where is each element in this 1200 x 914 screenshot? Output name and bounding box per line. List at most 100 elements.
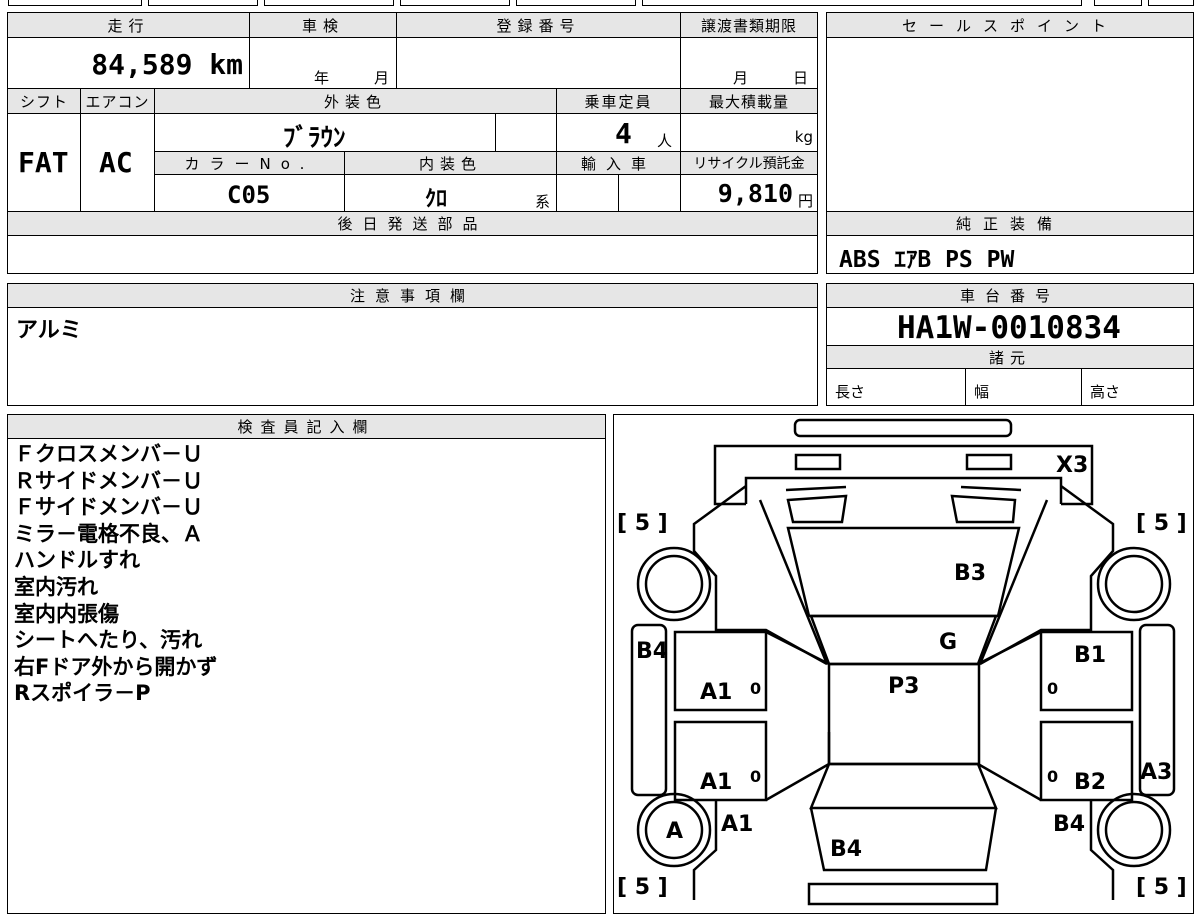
inspector-line: ハンドルすれ [14, 548, 140, 573]
interior-color-suffix: 系 [535, 193, 551, 211]
top-cutoff-cell-4 [400, 0, 510, 6]
later-parts-box: 後日発送部品 [7, 211, 818, 274]
shift-cell: FAT [7, 113, 81, 213]
specs-length-label: 長さ [835, 383, 866, 401]
mark-x3: X3 [1056, 453, 1088, 478]
inspector-line: 室内内張傷 [14, 601, 119, 626]
inspector-line: Ｆクロスメンバ－Ｕ [14, 442, 203, 466]
mark-a3: A3 [1140, 760, 1172, 785]
basic-info-grid: 走行 車検 登録番号 譲渡書類期限 84,589 km 年 月 月 日 シフト … [7, 12, 818, 213]
deadline-day-label: 日 [793, 69, 809, 87]
mark-b4-right: B4 [1053, 812, 1085, 837]
mark-a-wheel: A [666, 819, 683, 844]
ac-cell: AC [80, 113, 155, 213]
notes-box: 注意事項欄 アルミ [7, 283, 818, 406]
inspector-line: シートへたり、汚れ [14, 628, 203, 653]
tire-bracket-rr: [ 5 ] [1136, 875, 1187, 900]
inspector-line: Rスポイラ－P [14, 681, 151, 706]
door-zero-rf: 0 [1047, 679, 1058, 698]
shaken-header: 車検 [249, 12, 397, 38]
hood-line-left [785, 485, 846, 491]
capacity-cell: 4 人 [556, 113, 681, 152]
capacity-unit: 人 [657, 132, 673, 150]
exterior-color-cell: ﾌﾞﾗｳﾝ [154, 113, 496, 152]
mark-b2: B2 [1074, 770, 1106, 795]
equipment-header: 純正装備 [826, 211, 1194, 236]
chassis-number: HA1W-0010834 [897, 310, 1121, 346]
sales-point-header: セールスポイント [826, 12, 1194, 38]
exterior-color-extra-cell [495, 113, 557, 152]
registration-header: 登録番号 [396, 12, 681, 38]
max-load-cell: kg [680, 113, 818, 152]
import-cell-2 [618, 174, 681, 213]
wheel-front-right-rim [1104, 554, 1163, 613]
inspector-box: 検査員記入欄 Ｆクロスメンバ－Ｕ Ｒサイドメンバ－Ｕ Ｆサイドメンバ－Ｕ ミラ－… [7, 414, 606, 914]
deadline-month-label: 月 [733, 69, 749, 87]
inspector-lines: Ｆクロスメンバ－Ｕ Ｒサイドメンバ－Ｕ Ｆサイドメンバ－Ｕ ミラ－電格不良、Ａ … [14, 441, 217, 707]
specs-height-label: 高さ [1090, 383, 1121, 401]
top-cutoff-cell-8 [1148, 0, 1194, 6]
ac-header: エアコン [80, 88, 155, 114]
wheel-front-left-rim [644, 554, 703, 613]
shift-header: シフト [7, 88, 81, 114]
grille-left [785, 494, 847, 523]
mark-b4-left: B4 [636, 639, 668, 664]
tire-bracket-rl: [ 5 ] [617, 875, 668, 900]
shaken-year-label: 年 [314, 69, 330, 87]
headlight-left [794, 453, 841, 470]
specs-header: 諸元 [826, 345, 1194, 369]
top-cutoff-cell-5 [516, 0, 636, 6]
door-zero-lr: 0 [750, 767, 761, 786]
rear-bumper [807, 882, 998, 905]
interior-color-cell: ｸﾛ 系 [344, 174, 557, 213]
inspector-line: ミラ－電格不良、Ａ [14, 521, 203, 546]
headlight-right [965, 453, 1012, 470]
wheel-front-left [636, 546, 711, 621]
color-no-header: カラーNo. [154, 151, 345, 175]
deadline-header: 譲渡書類期限 [680, 12, 818, 38]
specs-width-cell: 幅 [965, 368, 1082, 406]
left-front-fender [692, 484, 828, 665]
exterior-color-value: ﾌﾞﾗｳﾝ [283, 123, 346, 152]
mark-g: G [939, 630, 957, 655]
equipment-box: 純正装備 ABS ｴｱB PS PW [826, 211, 1194, 274]
wheel-rear-right-rim [1104, 800, 1163, 859]
recycle-value: 9,810 [717, 179, 793, 208]
car-diagram-box: [ 5 ] [ 5 ] [ 5 ] [ 5 ] X3 B3 G B4 B1 A1… [613, 414, 1194, 914]
equipment-value: ABS ｴｱB PS PW [839, 247, 1015, 273]
mileage-value: 84,589 km [91, 48, 243, 81]
top-cutoff-cell-6 [642, 0, 1082, 6]
grille-right [949, 494, 1016, 523]
right-c-pillar [976, 762, 1042, 801]
capacity-value: 4 [615, 117, 632, 150]
mark-a1-lower: A1 [700, 770, 732, 795]
specs-length-cell: 長さ [826, 368, 966, 406]
notes-header: 注意事項欄 [7, 283, 818, 308]
left-c-pillar [764, 762, 830, 801]
front-bumper-strip [793, 418, 1012, 437]
recycle-cell: 9,810 円 [680, 174, 818, 213]
mark-p3: P3 [888, 674, 919, 699]
mark-b3: B3 [954, 561, 986, 586]
inspector-line: Ｆサイドメンバ－Ｕ [14, 495, 203, 520]
color-no-cell: C05 [154, 174, 345, 213]
door-zero-lf: 0 [750, 679, 761, 698]
inspector-line: 室内汚れ [14, 574, 98, 599]
door-zero-rr: 0 [1047, 767, 1058, 786]
top-cutoff-cell-2 [148, 0, 258, 6]
mileage-header: 走行 [7, 12, 250, 38]
wheel-rear-right [1096, 792, 1171, 867]
shaken-month-label: 月 [374, 69, 390, 87]
right-front-fender [978, 484, 1114, 665]
sales-point-box: セールスポイント [826, 12, 1194, 212]
top-cutoff-cell-3 [264, 0, 394, 6]
hood-line-right [960, 485, 1021, 491]
inspector-line: 右Fドア外から開かず [14, 654, 218, 679]
interior-color-header: 内装色 [344, 151, 557, 175]
top-cutoff-cell-1 [8, 0, 142, 6]
recycle-unit: 円 [797, 192, 813, 210]
max-load-unit: kg [794, 128, 813, 146]
top-cutoff-cell-7 [1094, 0, 1142, 6]
notes-value: アルミ [16, 318, 82, 343]
hood-left-edge [758, 499, 828, 664]
